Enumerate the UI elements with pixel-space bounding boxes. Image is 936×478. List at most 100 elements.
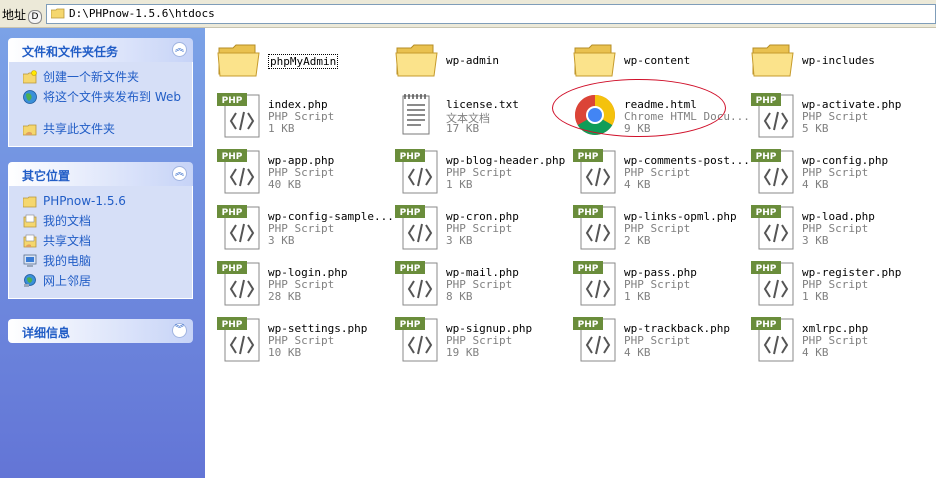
file-item[interactable]: PHP wp-trackback.php PHP Script 4 KB [566,315,744,371]
php-file-icon: PHP [751,261,794,306]
expand-icon[interactable]: ︾ [172,323,187,338]
address-bar: 地址 D D:\PHPnow-1.5.6\htdocs [0,0,936,28]
task-share-folder[interactable]: 共享此文件夹 [9,120,192,140]
file-item[interactable]: PHP wp-mail.php PHP Script 8 KB [388,259,566,315]
collapse-icon[interactable]: ︽ [172,42,187,57]
php-badge: PHP [756,152,777,162]
file-item[interactable]: PHP wp-settings.php PHP Script 10 KB [210,315,388,371]
php-badge: PHP [578,320,599,330]
network-places-icon [24,274,36,287]
place-label: 共享文档 [43,234,92,248]
collapse-icon[interactable]: ︽ [172,166,187,181]
php-badge: PHP [578,152,599,162]
my-computer-icon [23,254,37,267]
my-documents-icon [23,214,37,228]
file-size: 10 KB [268,346,302,359]
place-label: 我的文档 [43,214,92,228]
file-item[interactable]: PHP wp-login.php PHP Script 28 KB [210,259,388,315]
file-size: 28 KB [268,290,302,303]
file-tasks-header[interactable]: 文件和文件夹任务 ︽ [8,38,193,62]
file-item[interactable]: PHP wp-register.php PHP Script 1 KB [744,259,922,315]
address-hotkey: D [28,10,43,24]
place-my-documents[interactable]: 我的文档 [9,212,192,232]
file-size: 5 KB [802,122,829,135]
folder-icon [23,196,37,208]
panel-body: PHPnow-1.5.6 我的文档 共享文档 我的电脑 网上邻居 [8,186,193,299]
php-badge: PHP [756,320,777,330]
details-header[interactable]: 详细信息 ︾ [8,319,193,343]
php-file-icon: PHP [751,93,794,138]
file-size: 4 KB [624,178,651,191]
file-size: 4 KB [802,346,829,359]
place-label: PHPnow-1.5.6 [43,194,126,208]
other-places-header[interactable]: 其它位置 ︽ [8,162,193,186]
php-badge: PHP [400,320,421,330]
php-badge: PHP [400,264,421,274]
file-item[interactable]: PHP wp-blog-header.php PHP Script 1 KB [388,147,566,203]
file-size: 1 KB [624,290,651,303]
file-item[interactable]: PHP xmlrpc.php PHP Script 4 KB [744,315,922,371]
file-item[interactable]: license.txt 文本文档 17 KB [388,91,566,147]
php-badge: PHP [222,152,243,162]
php-file-icon: PHP [217,317,260,362]
folder-icon [573,44,616,77]
place-phpnow[interactable]: PHPnow-1.5.6 [9,192,192,212]
file-item[interactable]: wp-includes [744,36,922,92]
shared-documents-icon [23,234,37,248]
place-my-computer[interactable]: 我的电脑 [9,252,192,272]
file-size: 4 KB [624,346,651,359]
file-item[interactable]: PHP wp-config-sample... PHP Script 3 KB [210,203,394,259]
place-shared-documents[interactable]: 共享文档 [9,232,192,252]
file-item[interactable]: PHP wp-pass.php PHP Script 1 KB [566,259,744,315]
file-size: 40 KB [268,178,302,191]
file-tasks-panel: 文件和文件夹任务 ︽ 创建一个新文件夹 将这个文件夹发布到 Web 共享此文件夹 [8,38,193,147]
php-file-icon: PHP [395,149,438,194]
file-size: 3 KB [446,234,473,247]
php-file-icon: PHP [573,205,616,250]
php-badge: PHP [222,208,243,218]
file-item[interactable]: PHP wp-load.php PHP Script 3 KB [744,203,922,259]
address-input[interactable]: D:\PHPnow-1.5.6\htdocs [46,4,936,24]
place-network-places[interactable]: 网上邻居 [9,272,192,292]
php-badge: PHP [756,96,777,106]
share-folder-icon [23,124,37,136]
file-item[interactable]: phpMyAdmin [210,36,388,92]
php-file-icon: PHP [217,149,260,194]
php-file-icon: PHP [217,93,260,138]
php-badge: PHP [756,208,777,218]
file-item[interactable]: PHP wp-links-opml.php PHP Script 2 KB [566,203,744,259]
file-size: 3 KB [268,234,295,247]
task-label: 共享此文件夹 [43,122,116,136]
file-item[interactable]: PHP wp-config.php PHP Script 4 KB [744,147,922,203]
php-file-icon: PHP [751,317,794,362]
file-item[interactable]: PHP wp-comments-post... PHP Script 4 KB [566,147,750,203]
folder-icon [51,8,65,19]
php-file-icon: PHP [395,205,438,250]
php-badge: PHP [400,208,421,218]
php-file-icon: PHP [217,261,260,306]
address-path: D:\PHPnow-1.5.6\htdocs [69,7,215,20]
panel-title: 其它位置 [22,169,71,183]
file-item[interactable]: PHP wp-cron.php PHP Script 3 KB [388,203,566,259]
file-size: 1 KB [802,290,829,303]
php-file-icon: PHP [573,149,616,194]
file-size: 1 KB [268,122,295,135]
php-file-icon: PHP [573,261,616,306]
file-item[interactable]: PHP index.php PHP Script 1 KB [210,91,388,147]
file-item[interactable]: wp-admin [388,36,566,92]
publish-web-icon [23,90,37,104]
file-item[interactable]: PHP wp-app.php PHP Script 40 KB [210,147,388,203]
file-item[interactable]: PHP wp-activate.php PHP Script 5 KB [744,91,922,147]
other-places-panel: 其它位置 ︽ PHPnow-1.5.6 我的文档 共享文档 我的电脑 网上邻居 [8,162,193,299]
php-badge: PHP [222,320,243,330]
php-badge: PHP [222,96,243,106]
task-publish-web[interactable]: 将这个文件夹发布到 Web [9,88,192,120]
folder-icon [395,44,438,77]
file-name: wp-includes [802,54,875,67]
file-size: 4 KB [802,178,829,191]
task-new-folder[interactable]: 创建一个新文件夹 [9,68,192,88]
annotation-ellipse [552,79,726,137]
file-size: 1 KB [446,178,473,191]
file-item[interactable]: PHP wp-signup.php PHP Script 19 KB [388,315,566,371]
file-name: phpMyAdmin [268,54,339,69]
